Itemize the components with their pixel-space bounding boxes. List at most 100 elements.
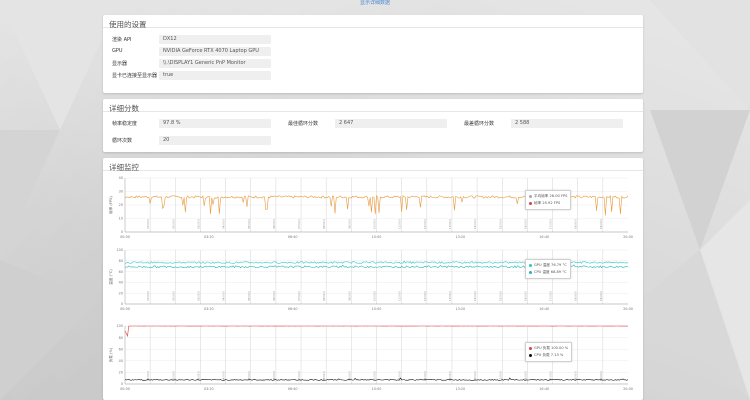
y-tick-label: 20 xyxy=(119,371,123,375)
legend-dot-icon xyxy=(529,201,532,205)
monitoring-panel: 详细监控 0 10 20 30 40 01:00.0 02:00.0 03:00.0 04:00… xyxy=(103,158,643,400)
legend-text: CPU 温度 68.89 °C xyxy=(534,270,567,274)
marker-label: 07:00.0 xyxy=(297,371,301,381)
x-tick-label: 16:40 xyxy=(539,235,549,239)
y-axis-label: 负载 (%) xyxy=(108,347,113,362)
x-tick-label: 03:20 xyxy=(204,307,214,311)
legend-text: 平均帧率 26.00 FPS xyxy=(534,194,568,198)
y-tick-label: 30 xyxy=(119,190,123,194)
y-tick-label: 100 xyxy=(117,324,123,328)
marker-label: 09:00.0 xyxy=(347,219,351,229)
loop-count: 循环次数 20 xyxy=(103,135,271,145)
x-tick-label: 20:00 xyxy=(623,307,633,311)
marker-label: 05:00.0 xyxy=(247,219,251,229)
x-tick-label: 20:00 xyxy=(623,387,633,391)
settings-value: true xyxy=(159,70,271,80)
legend-dot-icon xyxy=(529,263,532,267)
marker-label: 12:00.0 xyxy=(423,291,427,301)
legend-dot-icon xyxy=(529,353,532,357)
loop-count-value: 20 xyxy=(159,135,271,145)
marker-label: 15:00.0 xyxy=(498,291,502,301)
marker-label: 02:00.0 xyxy=(171,291,175,301)
marker-label: 01:00.0 xyxy=(146,219,150,229)
y-tick-label: 10 xyxy=(119,217,123,221)
settings-row-gpu: GPU NVIDIA GeForce RTX 4070 Laptop GPU xyxy=(103,46,271,56)
x-tick-label: 13:20 xyxy=(455,387,465,391)
y-tick-label: 20 xyxy=(119,203,123,207)
legend-item: 平均帧率 26.00 FPS xyxy=(529,193,567,200)
settings-value: \\.\DISPLAY1 Generic PnP Monitor xyxy=(159,58,271,68)
marker-label: 04:00.0 xyxy=(222,219,226,229)
marker-label: 16:00.0 xyxy=(523,291,527,301)
worst-loop-label: 最差循环分数 xyxy=(464,120,495,127)
settings-label: 显卡已连接至显示器 xyxy=(112,72,158,79)
chart-legend: GPU 负载 100.00 % CPU 负载 7.13 % xyxy=(525,342,573,362)
marker-label: 12:00.0 xyxy=(423,219,427,229)
marker-label: 03:00.0 xyxy=(196,219,200,229)
marker-label: 04:00.0 xyxy=(222,291,226,301)
marker-label: 02:00.0 xyxy=(171,219,175,229)
y-tick-label: 0 xyxy=(121,230,123,234)
marker-label: 13:00.0 xyxy=(448,291,452,301)
x-tick-label: 10:00 xyxy=(372,307,382,311)
best-loop-label: 最佳循环分数 xyxy=(288,120,319,127)
frame-stability: 帧率稳定度 97.8 % xyxy=(103,118,271,128)
monitoring-title: 详细监控 xyxy=(103,158,643,172)
scores-panel: 详细分数 帧率稳定度 97.8 % 最佳循环分数 2 647 最差循环分数 2 … xyxy=(103,99,643,152)
settings-label: 渲染 API xyxy=(112,36,132,43)
marker-label: 18:00.0 xyxy=(574,219,578,229)
show-details-link[interactable]: 显示详细数据 xyxy=(0,0,750,7)
settings-row-api: 渲染 API DX12 xyxy=(103,34,271,44)
marker-label: 16:00.0 xyxy=(523,219,527,229)
loop-count-label: 循环次数 xyxy=(112,137,133,144)
x-tick-label: 20:00 xyxy=(623,235,633,239)
marker-label: 04:00.0 xyxy=(222,371,226,381)
y-tick-label: 100 xyxy=(117,248,123,252)
marker-label: 07:00.0 xyxy=(297,291,301,301)
marker-label: 10:00.0 xyxy=(373,219,377,229)
legend-text: GPU 负载 100.00 % xyxy=(534,346,569,350)
marker-label: 10:00.0 xyxy=(373,291,377,301)
legend-item: GPU 温度 76.79 °C xyxy=(529,262,567,269)
y-tick-label: 80 xyxy=(119,259,123,263)
y-tick-label: 80 xyxy=(119,336,123,340)
best-loop-value: 2 647 xyxy=(335,118,447,128)
settings-label: 显示器 xyxy=(112,60,128,67)
marker-label: 18:00.0 xyxy=(574,291,578,301)
y-tick-label: 40 xyxy=(119,176,123,180)
marker-label: 08:00.0 xyxy=(322,371,326,381)
legend-dot-icon xyxy=(529,270,532,274)
marker-label: 17:00.0 xyxy=(549,291,553,301)
marker-label: 09:00.0 xyxy=(347,291,351,301)
fps-chart: 0 10 20 30 40 01:00.0 02:00.0 03:00.0 04:00.0 05:… xyxy=(103,174,643,246)
marker-label: 19:00.0 xyxy=(599,291,603,301)
x-tick-label: 00:00 xyxy=(120,307,130,311)
x-tick-label: 16:40 xyxy=(539,387,549,391)
frame-stability-label: 帧率稳定度 xyxy=(112,120,138,127)
y-axis-label: 帧率 (FPS) xyxy=(108,196,113,214)
chart-legend: GPU 温度 76.79 °C CPU 温度 68.89 °C xyxy=(525,259,571,279)
settings-value: NVIDIA GeForce RTX 4070 Laptop GPU xyxy=(159,46,271,56)
legend-item: CPU 负载 7.13 % xyxy=(529,352,568,359)
legend-dot-icon xyxy=(529,346,532,350)
y-tick-label: 0 xyxy=(121,382,123,386)
marker-label: 11:00.0 xyxy=(398,219,402,229)
y-tick-label: 20 xyxy=(119,291,123,295)
legend-item: CPU 温度 68.89 °C xyxy=(529,269,567,276)
marker-label: 14:00.0 xyxy=(473,291,477,301)
y-tick-label: 0 xyxy=(121,302,123,306)
worst-loop-score: 最差循环分数 2 588 xyxy=(455,118,623,128)
y-tick-label: 40 xyxy=(119,359,123,363)
best-loop-score: 最佳循环分数 2 647 xyxy=(279,118,447,128)
x-tick-label: 16:40 xyxy=(539,307,549,311)
x-tick-label: 06:40 xyxy=(288,235,298,239)
x-tick-label: 06:40 xyxy=(288,307,298,311)
legend-item: GPU 负载 100.00 % xyxy=(529,345,568,352)
marker-label: 15:00.0 xyxy=(498,371,502,381)
y-tick-label: 40 xyxy=(119,281,123,285)
settings-panel: 使用的设置 渲染 API DX12 GPU NVIDIA GeForce RTX… xyxy=(103,15,643,93)
marker-label: 19:00.0 xyxy=(599,219,603,229)
x-tick-label: 00:00 xyxy=(120,235,130,239)
y-tick-label: 60 xyxy=(119,270,123,274)
y-axis-label: 温度 (°C) xyxy=(108,269,113,285)
